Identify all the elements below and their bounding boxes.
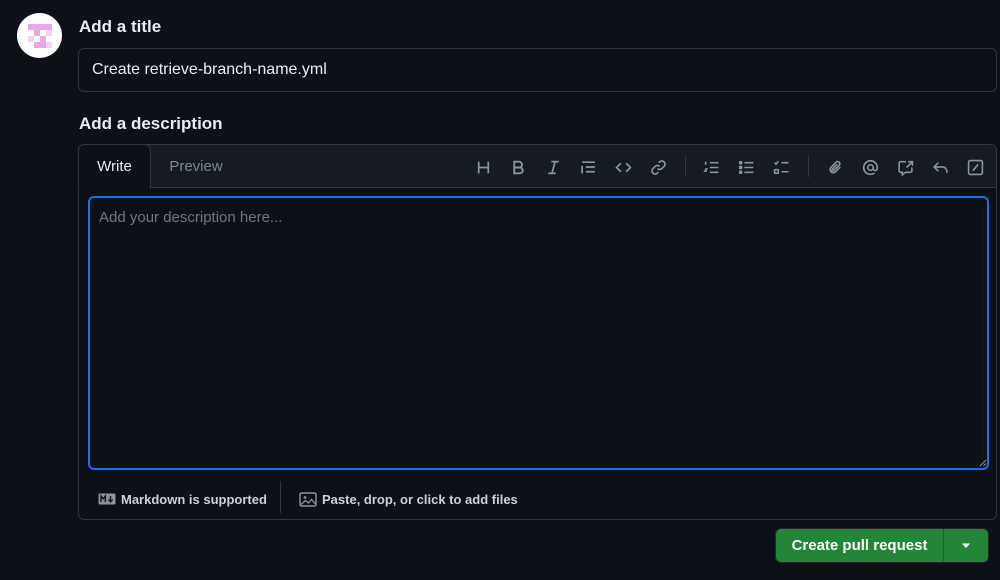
submit-button-group: Create pull request — [775, 528, 989, 563]
avatar[interactable] — [17, 13, 62, 58]
footer-divider — [280, 481, 281, 513]
toolbar-divider — [808, 156, 809, 177]
title-label: Add a title — [79, 17, 162, 36]
bold-icon[interactable] — [505, 154, 531, 180]
create-pull-request-button[interactable]: Create pull request — [776, 529, 944, 562]
italic-icon[interactable] — [540, 154, 566, 180]
identicon-icon — [24, 20, 55, 51]
mention-icon[interactable] — [857, 154, 883, 180]
toolbar-divider — [685, 156, 686, 177]
markdown-label: Markdown is supported — [121, 491, 267, 507]
description-editor: Write Preview Add your description here.… — [78, 144, 997, 520]
tab-write[interactable]: Write — [78, 144, 151, 189]
task-list-icon[interactable] — [768, 154, 794, 180]
cross-reference-icon[interactable] — [892, 154, 918, 180]
resize-grip-icon[interactable] — [978, 458, 987, 467]
link-icon[interactable] — [645, 154, 671, 180]
add-files-button[interactable]: Paste, drop, or click to add files — [299, 488, 518, 510]
editor-header: Write Preview — [78, 144, 996, 189]
attach-icon[interactable] — [822, 154, 848, 180]
numbered-list-icon[interactable] — [698, 154, 724, 180]
reply-icon[interactable] — [927, 154, 953, 180]
add-files-label: Paste, drop, or click to add files — [322, 491, 518, 507]
markdown-icon — [98, 493, 116, 505]
heading-icon[interactable] — [470, 154, 496, 180]
tab-preview[interactable]: Preview — [161, 145, 231, 188]
image-icon — [299, 491, 317, 507]
markdown-link[interactable]: Markdown is supported — [98, 488, 267, 510]
caret-down-icon — [962, 543, 970, 548]
description-label: Add a description — [79, 114, 223, 133]
submit-options-button[interactable] — [944, 529, 988, 562]
code-icon[interactable] — [610, 154, 636, 180]
slash-commands-icon[interactable] — [962, 154, 988, 180]
editor-footer: Markdown is supported Paste, drop, or cl… — [79, 479, 996, 519]
quote-icon[interactable] — [575, 154, 601, 180]
description-textarea[interactable] — [88, 196, 989, 470]
title-input[interactable] — [78, 48, 997, 92]
unordered-list-icon[interactable] — [733, 154, 759, 180]
